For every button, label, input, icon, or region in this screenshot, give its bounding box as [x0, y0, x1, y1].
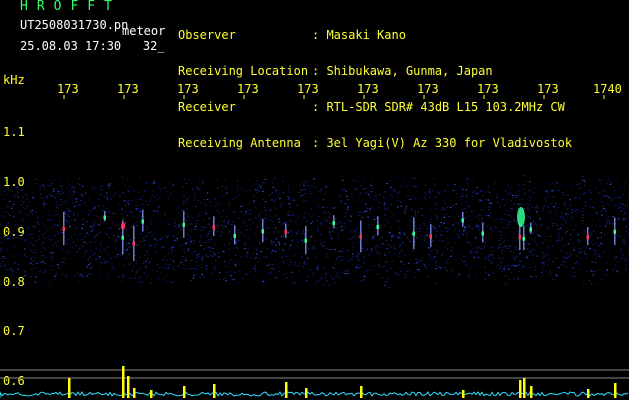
hrofft-screen: HROFFT UT2508031730.pn meteor 25.08.03 1…: [0, 0, 629, 400]
echo-head: [103, 215, 106, 220]
echo-head: [132, 241, 135, 246]
power-spike: [614, 383, 617, 398]
power-spike: [122, 366, 125, 398]
mode-label: meteor: [122, 24, 166, 38]
echo-head: [121, 235, 124, 240]
time-tick-label: 173: [177, 82, 199, 96]
echo-head: [376, 224, 379, 229]
file-name: UT2508031730.pn: [20, 18, 129, 32]
header-value-observer: : Masaki Kano: [312, 28, 406, 42]
time-tick-label: 173: [537, 82, 559, 96]
power-spike: [360, 386, 363, 398]
app-brand: HROFFT: [20, 0, 121, 14]
frequency-unit-label: kHz: [3, 73, 25, 87]
power-spike: [213, 384, 216, 398]
echo-head: [284, 229, 287, 234]
header-value-location: : Shibukawa, Gunma, Japan: [312, 64, 493, 78]
spectrogram: [0, 95, 629, 398]
echo-head: [304, 238, 307, 243]
echo-head: [182, 222, 185, 227]
echo-head: [529, 227, 532, 232]
echo-head: [261, 229, 264, 234]
power-spike: [127, 376, 130, 398]
power-spike: [523, 378, 526, 398]
time-tick-label: 173: [477, 82, 499, 96]
power-spike: [150, 390, 153, 398]
time-tick-label: 1740: [593, 82, 622, 96]
echo-head: [613, 229, 616, 234]
echo-head: [522, 236, 525, 241]
power-trace: [0, 391, 629, 398]
time-tick-label: 173: [417, 82, 439, 96]
power-spike: [305, 388, 308, 398]
echo-head: [481, 231, 484, 236]
echo-head: [429, 234, 432, 239]
echo-cluster: [121, 222, 125, 230]
echo-head: [359, 234, 362, 239]
echo-head: [332, 221, 335, 226]
power-spike: [68, 378, 71, 398]
spectrogram-area: [0, 95, 629, 400]
power-spike: [133, 388, 136, 398]
power-spike: [462, 390, 465, 398]
date-time: 25.08.03 17:30: [20, 39, 122, 53]
time-tick-label: 173: [117, 82, 139, 96]
echo-head: [518, 235, 521, 240]
power-spike: [183, 386, 186, 398]
echo-cluster: [517, 207, 525, 227]
time-tick-label: 173: [297, 82, 319, 96]
time-tick-label: 173: [57, 82, 79, 96]
power-spike: [519, 380, 522, 398]
time-tick-label: 173: [357, 82, 379, 96]
echo-head: [62, 226, 65, 231]
header-label-observer: Observer: [178, 28, 236, 42]
power-spike: [530, 386, 533, 398]
echo-head: [586, 235, 589, 240]
noise-band: [0, 173, 629, 288]
power-spike: [285, 382, 288, 398]
echo-count: 32_: [142, 39, 165, 53]
header-label-location: Receiving Location: [178, 64, 309, 78]
echo-head: [412, 231, 415, 236]
echo-head: [141, 219, 144, 224]
power-spike: [587, 389, 590, 398]
echo-head: [212, 225, 215, 230]
echo-head: [461, 218, 464, 223]
time-tick-label: 173: [237, 82, 259, 96]
date-time-line: 25.08.03 17:30 32_: [20, 40, 165, 52]
echo-head: [233, 233, 236, 238]
